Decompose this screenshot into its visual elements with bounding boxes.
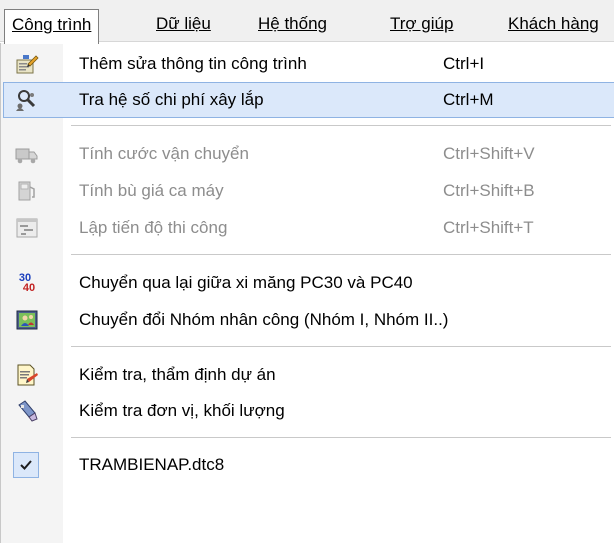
edit-document-icon [15,52,39,76]
menu-item-kiem-tra-tham-dinh[interactable]: Kiểm tra, thẩm định dự án [3,357,614,393]
menu-item-shortcut: Ctrl+Shift+V [443,144,535,163]
menubar-item-cong-trinh[interactable]: Công trình [4,9,100,44]
gantt-chart-icon [15,216,39,240]
checkmark-icon [13,452,39,478]
menu-item-chuyen-xi-mang[interactable]: 30 40 Chuyển qua lại giữa xi măng PC30 v… [3,265,614,301]
menu-item-lap-tien-do[interactable]: Lập tiến độ thi công Ctrl+Shift+T [3,210,614,246]
menu-item-them-sua-thong-tin[interactable]: Thêm sửa thông tin công trình Ctrl+I [3,46,614,82]
menu-item-label: Tính cước vận chuyển [79,144,249,163]
menu-item-label: TRAMBIENAP.dtc8 [79,455,225,474]
menu-item-label: Kiểm tra, thẩm định dự án [79,365,276,384]
menu-item-shortcut: Ctrl+Shift+B [443,181,535,200]
menu-item-tinh-cuoc-van-chuyen[interactable]: Tính cước vận chuyển Ctrl+Shift+V [3,136,614,172]
menu-item-label: Tính bù giá ca máy [79,181,224,200]
swap-30-40-icon: 30 40 [18,272,36,294]
menu-item-label: Lập tiến độ thi công [79,218,228,237]
app-window: Công trình Dữ liệu Hệ thống Trợ giúp Khá… [0,0,614,543]
menu-item-tra-he-so[interactable]: Tra hệ số chi phí xây lắp Ctrl+M [3,82,614,118]
menu-item-shortcut: Ctrl+M [443,90,494,109]
menu-separator [71,254,611,256]
menu-separator [71,346,611,348]
search-people-icon [15,88,39,112]
fuel-pump-icon [15,179,39,203]
document-check-icon [15,363,39,387]
truck-icon [15,142,39,166]
menu-item-label: Tra hệ số chi phí xây lắp [79,90,264,109]
menu-item-shortcut: Ctrl+I [443,54,485,73]
menu-item-kiem-tra-don-vi[interactable]: Kiểm tra đơn vị, khối lượng [3,393,614,429]
labor-group-icon [15,308,39,332]
menubar-item-tro-giup[interactable]: Trợ giúp [382,9,461,43]
menu-item-label: Chuyển đổi Nhóm nhân công (Nhóm I, Nhóm … [79,310,449,329]
menu-item-shortcut: Ctrl+Shift+T [443,218,534,237]
menu-item-chuyen-doi-nhom-nhan-cong[interactable]: Chuyển đổi Nhóm nhân công (Nhóm I, Nhóm … [3,302,614,338]
dropdown-menu: Thêm sửa thông tin công trình Ctrl+I Tra… [0,43,614,543]
menu-bar: Công trình Dữ liệu Hệ thống Trợ giúp Khá… [0,0,614,44]
menubar-item-khach-hang[interactable]: Khách hàng [500,9,607,43]
inspect-brush-icon [15,399,39,423]
menu-item-label: Chuyển qua lại giữa xi măng PC30 và PC40 [79,273,413,292]
menu-item-label: Thêm sửa thông tin công trình [79,54,307,73]
menu-item-recent-file[interactable]: TRAMBIENAP.dtc8 [3,447,614,483]
menu-item-tinh-bu-gia-ca-may[interactable]: Tính bù giá ca máy Ctrl+Shift+B [3,173,614,209]
menu-separator [71,125,611,127]
menubar-item-du-lieu[interactable]: Dữ liệu [148,9,219,43]
menu-separator [71,437,611,439]
menu-item-label: Kiểm tra đơn vị, khối lượng [79,401,285,420]
menubar-item-he-thong[interactable]: Hệ thống [250,9,335,43]
